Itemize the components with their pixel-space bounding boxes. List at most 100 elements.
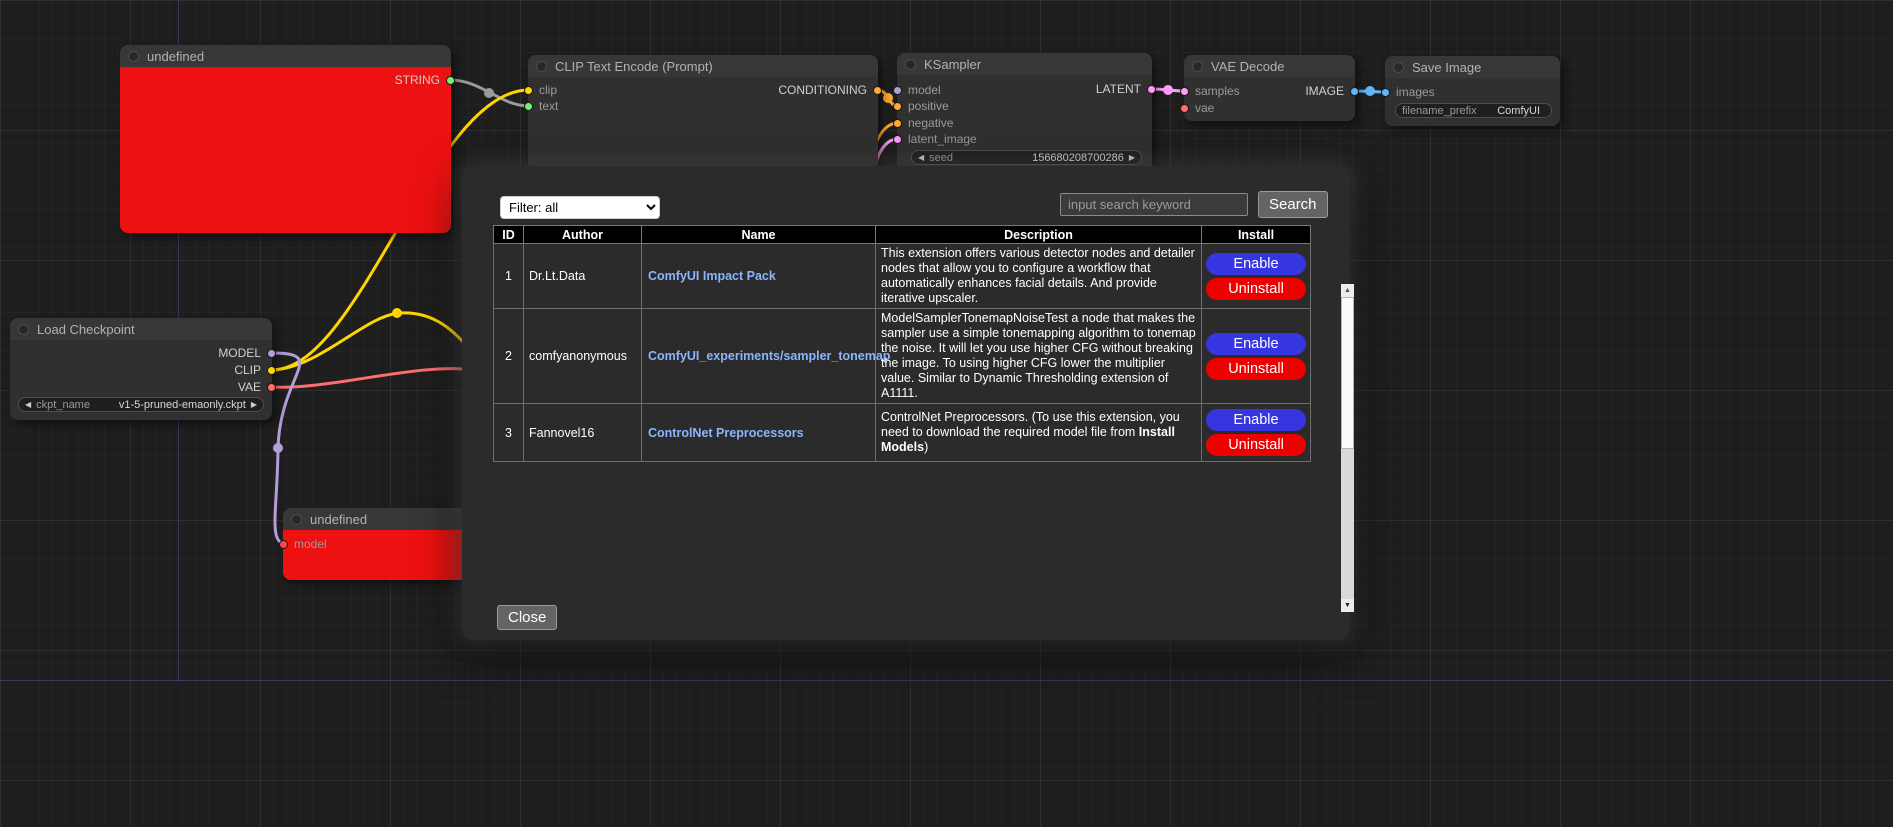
collapse-dot-icon[interactable] — [1192, 61, 1203, 72]
extension-link[interactable]: ComfyUI Impact Pack — [648, 269, 776, 283]
node-title-bar[interactable]: CLIP Text Encode (Prompt) — [528, 55, 878, 77]
negative-slot-dot[interactable] — [893, 119, 902, 128]
node-undefined-top[interactable]: undefined STRING — [120, 45, 451, 233]
slot-label: positive — [908, 99, 949, 113]
node-title-bar[interactable]: KSampler — [897, 53, 1152, 75]
input-slot-vae[interactable]: vae — [1180, 101, 1214, 115]
custom-nodes-manager-dialog: Filter: all Search IDAuthorNameDescripti… — [462, 166, 1350, 640]
slot-label: CONDITIONING — [778, 83, 867, 97]
extensions-table: IDAuthorNameDescriptionInstall 1Dr.Lt.Da… — [493, 225, 1311, 462]
clip-slot-dot[interactable] — [267, 366, 276, 375]
input-slot-positive[interactable]: positive — [893, 99, 949, 113]
scroll-up-icon[interactable]: ▲ — [1341, 284, 1354, 297]
collapse-dot-icon[interactable] — [905, 59, 916, 70]
output-slot-latent[interactable]: LATENT — [1096, 82, 1156, 96]
node-vae-decode[interactable]: VAE Decode samples vae IMAGE — [1184, 55, 1355, 121]
filename-prefix-widget[interactable]: filename_prefix ComfyUI — [1395, 103, 1552, 118]
enable-button[interactable]: Enable — [1206, 333, 1306, 355]
slot-label: STRING — [395, 73, 440, 87]
collapse-dot-icon[interactable] — [18, 324, 29, 335]
input-slot-clip[interactable]: clip — [524, 83, 557, 97]
node-clip-text-encode[interactable]: CLIP Text Encode (Prompt) clip text COND… — [528, 55, 878, 170]
search-button[interactable]: Search — [1258, 191, 1328, 218]
widget-right-arrow-icon[interactable]: ▶ — [251, 401, 257, 409]
model-slot-dot[interactable] — [279, 540, 288, 549]
input-slot-model[interactable]: model — [893, 83, 941, 97]
uninstall-button[interactable]: Uninstall — [1206, 434, 1306, 456]
node-save-image[interactable]: Save Image images filename_prefix ComfyU… — [1385, 56, 1560, 126]
extension-row: 3Fannovel16ControlNet PreprocessorsContr… — [494, 404, 1311, 462]
node-title-bar[interactable]: undefined — [283, 508, 468, 530]
search-input[interactable] — [1060, 193, 1248, 216]
slot-label: MODEL — [218, 346, 261, 360]
model-slot-dot[interactable] — [267, 349, 276, 358]
input-slot-model[interactable]: model — [279, 537, 327, 551]
node-ksampler[interactable]: KSampler model positive negative latent_… — [897, 53, 1152, 171]
collapse-dot-icon[interactable] — [128, 51, 139, 62]
collapse-dot-icon[interactable] — [291, 514, 302, 525]
output-slot-conditioning[interactable]: CONDITIONING — [778, 83, 882, 97]
collapse-dot-icon[interactable] — [1393, 62, 1404, 73]
images-slot-dot[interactable] — [1381, 88, 1390, 97]
output-slot-string[interactable]: STRING — [395, 73, 455, 87]
conditioning-slot-dot[interactable] — [873, 86, 882, 95]
input-slot-samples[interactable]: samples — [1180, 84, 1240, 98]
input-slot-images[interactable]: images — [1381, 85, 1435, 99]
image-slot-dot[interactable] — [1350, 87, 1359, 96]
output-slot-image[interactable]: IMAGE — [1305, 84, 1359, 98]
widget-left-arrow-icon[interactable]: ◀ — [918, 154, 924, 162]
samples-slot-dot[interactable] — [1180, 87, 1189, 96]
node-load-checkpoint[interactable]: Load Checkpoint MODEL CLIP VAE ◀ ckpt_na… — [10, 318, 272, 420]
widget-value: ComfyUI — [1497, 105, 1540, 117]
collapse-dot-icon[interactable] — [536, 61, 547, 72]
slot-label: clip — [539, 83, 557, 97]
input-slot-text[interactable]: text — [524, 99, 558, 113]
extension-link[interactable]: ControlNet Preprocessors — [648, 426, 804, 440]
latent-slot-dot[interactable] — [1147, 85, 1156, 94]
output-slot-vae[interactable]: VAE — [238, 380, 276, 394]
uninstall-button[interactable]: Uninstall — [1206, 278, 1306, 300]
clip-slot-dot[interactable] — [524, 86, 533, 95]
slot-label: samples — [1195, 84, 1240, 98]
widget-left-arrow-icon[interactable]: ◀ — [25, 401, 31, 409]
enable-button[interactable]: Enable — [1206, 409, 1306, 431]
model-slot-dot[interactable] — [893, 86, 902, 95]
scroll-down-icon[interactable]: ▼ — [1341, 599, 1354, 612]
close-button[interactable]: Close — [497, 605, 557, 630]
output-slot-clip[interactable]: CLIP — [234, 363, 276, 377]
text-slot-dot[interactable] — [524, 102, 533, 111]
cell-install: Enable Uninstall — [1202, 309, 1311, 404]
input-slot-latent-image[interactable]: latent_image — [893, 132, 977, 146]
extension-link[interactable]: ComfyUI_experiments/sampler_tonemap — [648, 349, 890, 363]
node-title-bar[interactable]: Load Checkpoint — [10, 318, 272, 340]
scrollbar-thumb[interactable] — [1341, 297, 1354, 449]
uninstall-button[interactable]: Uninstall — [1206, 358, 1306, 380]
node-title-bar[interactable]: VAE Decode — [1184, 55, 1355, 77]
ckpt-name-widget[interactable]: ◀ ckpt_name v1-5-pruned-emaonly.ckpt ▶ — [18, 397, 264, 412]
output-slot-model[interactable]: MODEL — [218, 346, 276, 360]
vae-slot-dot[interactable] — [1180, 104, 1189, 113]
vae-slot-dot[interactable] — [267, 383, 276, 392]
table-body: 1Dr.Lt.DataComfyUI Impact PackThis exten… — [494, 244, 1311, 462]
cell-id: 2 — [494, 309, 524, 404]
widget-value: 156680208700286 — [1032, 152, 1124, 164]
widget-right-arrow-icon[interactable]: ▶ — [1129, 154, 1135, 162]
seed-widget[interactable]: ◀ seed 156680208700286 ▶ — [911, 150, 1142, 165]
enable-button[interactable]: Enable — [1206, 253, 1306, 275]
slot-label: LATENT — [1096, 82, 1141, 96]
input-slot-negative[interactable]: negative — [893, 116, 953, 130]
node-title-bar[interactable]: undefined — [120, 45, 451, 67]
slot-label: text — [539, 99, 558, 113]
node-title-bar[interactable]: Save Image — [1385, 56, 1560, 78]
positive-slot-dot[interactable] — [893, 102, 902, 111]
node-body — [120, 67, 451, 233]
table-scrollbar[interactable]: ▲ ▼ — [1341, 284, 1354, 612]
cell-name: ComfyUI Impact Pack — [642, 244, 876, 309]
latent-image-slot-dot[interactable] — [893, 135, 902, 144]
column-header: Install — [1202, 226, 1311, 244]
node-title-text: Save Image — [1412, 60, 1481, 75]
slot-label: negative — [908, 116, 953, 130]
string-slot-dot[interactable] — [446, 76, 455, 85]
node-undefined-bottom[interactable]: undefined model — [283, 508, 468, 580]
filter-select[interactable]: Filter: all — [500, 196, 660, 219]
